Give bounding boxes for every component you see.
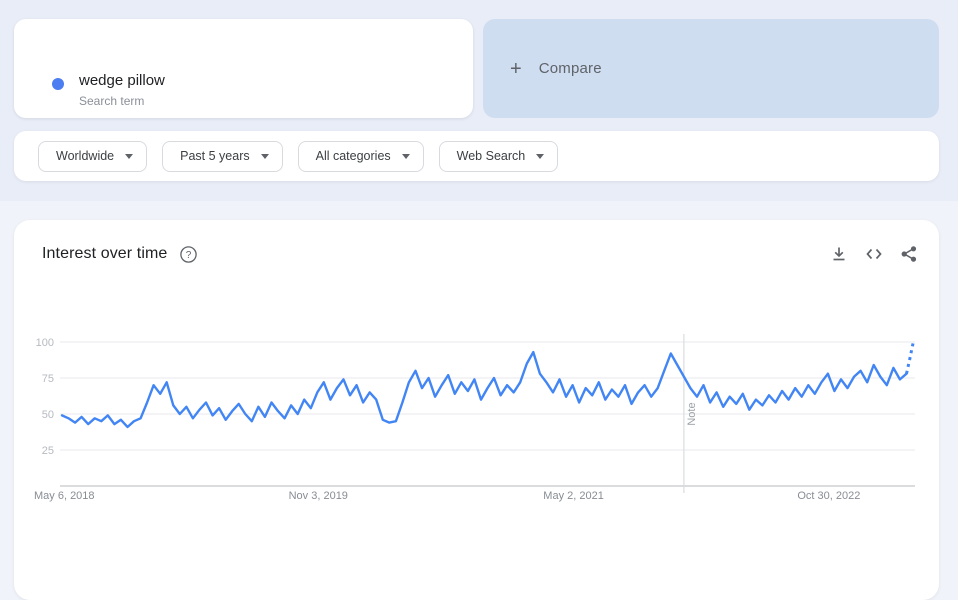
x-tick-label: Nov 3, 2019	[289, 490, 348, 502]
y-tick-label: 75	[42, 373, 54, 385]
trend-line	[62, 352, 907, 427]
region-filter-label: Worldwide	[56, 149, 114, 163]
chevron-down-icon	[536, 154, 544, 159]
y-tick-label: 25	[42, 445, 54, 457]
search-type-filter-label: Web Search	[457, 149, 526, 163]
chart-toolbar	[830, 245, 918, 263]
chevron-down-icon	[125, 154, 133, 159]
search-term-label: wedge pillow	[79, 72, 165, 89]
y-tick-label: 50	[42, 409, 54, 421]
note-marker-label: Note	[686, 402, 698, 425]
plus-icon: +	[510, 59, 522, 79]
search-term-type: Search term	[79, 94, 144, 108]
trend-chart[interactable]: 25 50 75 100 Note May 6, 2018 Nov 3, 2019 May 2…	[14, 320, 939, 520]
download-icon[interactable]	[830, 245, 848, 263]
share-icon[interactable]	[900, 245, 918, 263]
filter-bar: Worldwide Past 5 years All categories We…	[14, 131, 939, 181]
time-range-filter-dropdown[interactable]: Past 5 years	[162, 141, 282, 172]
help-icon[interactable]: ?	[180, 246, 197, 263]
region-filter-dropdown[interactable]: Worldwide	[38, 141, 147, 172]
series-color-dot-icon	[52, 78, 64, 90]
add-comparison-card[interactable]: + Compare	[483, 19, 939, 118]
embed-code-icon[interactable]	[865, 245, 883, 263]
interest-over-time-card: Interest over time ? 255075100NoteMay 6,	[14, 220, 939, 600]
search-type-filter-dropdown[interactable]: Web Search	[439, 141, 559, 172]
time-range-filter-label: Past 5 years	[180, 149, 249, 163]
trend-line-dotted-tail	[907, 343, 914, 373]
x-tick-label: Oct 30, 2022	[797, 490, 860, 502]
search-term-card[interactable]: wedge pillow Search term	[14, 19, 473, 118]
chevron-down-icon	[402, 154, 410, 159]
x-tick-label: May 6, 2018	[34, 490, 95, 502]
chart-title: Interest over time	[42, 245, 167, 263]
chevron-down-icon	[261, 154, 269, 159]
svg-text:?: ?	[186, 250, 192, 261]
y-tick-label: 100	[36, 337, 54, 349]
google-trends-explore-page: { "colors": { "accent_blue": "#4285f4", …	[0, 0, 958, 576]
x-tick-label: May 2, 2021	[543, 490, 604, 502]
category-filter-dropdown[interactable]: All categories	[298, 141, 424, 172]
category-filter-label: All categories	[316, 149, 391, 163]
compare-label: Compare	[539, 60, 602, 77]
